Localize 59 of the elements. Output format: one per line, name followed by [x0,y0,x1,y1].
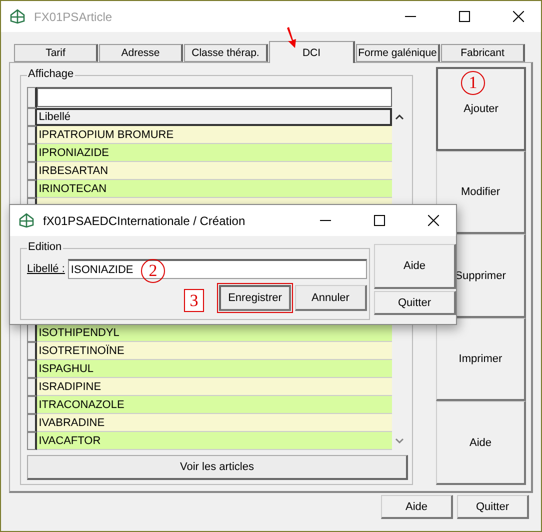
view-articles-button[interactable]: Voir les articles [27,455,408,480]
row-header [27,87,37,108]
row-header [27,108,37,126]
row-header[interactable] [27,396,37,414]
row-header[interactable] [27,432,37,450]
field-label: Libellé : [27,263,65,275]
row-header[interactable] [27,126,37,144]
table-cell[interactable]: ISRADIPINE [36,378,392,396]
annotation-number: 3 [184,289,204,312]
scroll-down-icon[interactable] [395,438,404,444]
row-header[interactable] [27,144,37,162]
row-header[interactable] [27,162,37,180]
dialog-side-button[interactable]: Quitter [374,291,456,315]
scroll-up-icon[interactable] [395,114,404,120]
dialog-button[interactable]: Annuler [295,285,367,311]
arrow-icon [284,27,298,49]
app-logo-icon [9,9,26,24]
table-cell[interactable]: IPRATROPIUM BROMURE [36,126,392,144]
group-title: Affichage [27,68,75,80]
table-cell[interactable]: ITRACONAZOLE [36,396,392,414]
tab[interactable]: Tarif [14,44,98,62]
dialog-logo-icon [18,213,35,228]
table-cell[interactable]: IPRONIAZIDE [36,144,392,162]
side-button[interactable]: Imprimer [436,318,526,402]
maximize-icon[interactable] [458,11,470,22]
row-header[interactable] [27,414,37,432]
tab[interactable]: Fabricant [441,44,525,62]
table-cell[interactable]: IVACAFTOR [36,432,392,450]
table-cell[interactable]: IRINOTECAN [36,180,392,198]
row-header[interactable] [27,324,37,342]
table-cell[interactable]: IRBESARTAN [36,162,392,180]
footer-button[interactable]: Aide [381,495,453,519]
annotation-number: 1 [461,71,485,95]
row-header[interactable] [27,180,37,198]
row-header[interactable] [27,360,37,378]
annotation-number: 2 [141,259,165,283]
tab[interactable]: Adresse [99,44,183,62]
table-cell[interactable]: ISOTRETINOÏNE [36,342,392,360]
table-cell[interactable]: IVABRADINE [36,414,392,432]
dialog-button[interactable]: Enregistrer [219,285,291,311]
table-cell[interactable]: ISOTHIPENDYL [36,324,392,342]
close-icon[interactable] [512,11,524,22]
row-header[interactable] [27,342,37,360]
side-button[interactable]: Aide [436,401,526,485]
tab[interactable]: Classe thérap. [184,44,268,62]
column-header[interactable]: Libellé [36,108,392,126]
group-title: Edition [27,241,63,253]
close-icon[interactable] [428,215,438,226]
window-title: FX01PSArticle [34,10,114,24]
side-button[interactable]: Modifier [436,150,526,234]
filter-field[interactable] [36,87,392,107]
dialog-title: fX01PSAEDCInternationale / Création [43,214,246,228]
maximize-icon[interactable] [374,215,384,226]
row-header[interactable] [27,378,37,396]
footer-button[interactable]: Quitter [457,495,529,519]
table-cell[interactable]: ISPAGHUL [36,360,392,378]
dialog-side-button[interactable]: Aide [374,244,456,289]
tab[interactable]: DCI [269,41,355,63]
tab[interactable]: Forme galénique [356,44,440,62]
